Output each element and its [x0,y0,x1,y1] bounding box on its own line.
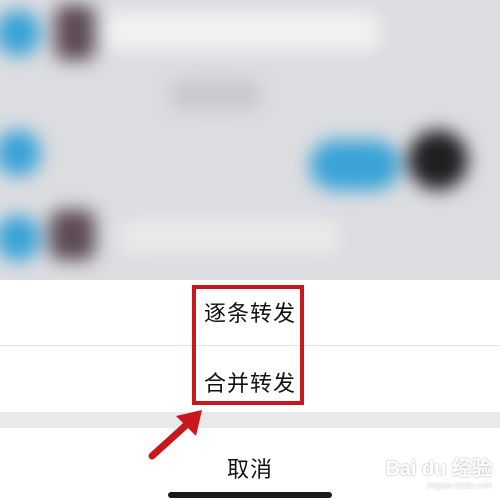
message-bubble [310,140,400,190]
avatar-icon [0,10,41,56]
avatar-icon [0,215,41,261]
message-bubble [170,80,260,110]
avatar-icon [50,210,95,260]
blurred-chat-background [0,0,500,280]
avatar-icon [408,130,468,190]
watermark-domain: jingyan.baidu.com [427,481,492,490]
avatar-icon [0,130,41,176]
avatar-icon [55,5,95,60]
home-indicator [168,492,332,498]
section-gap [0,412,500,428]
annotation-arrow-icon [148,410,202,460]
watermark-brand: Bai du 经验 [385,458,492,480]
watermark: Bai du 经验 jingyan.baidu.com [385,452,492,490]
message-bubble [120,220,340,254]
message-bubble [105,12,380,50]
highlight-box [192,285,304,405]
